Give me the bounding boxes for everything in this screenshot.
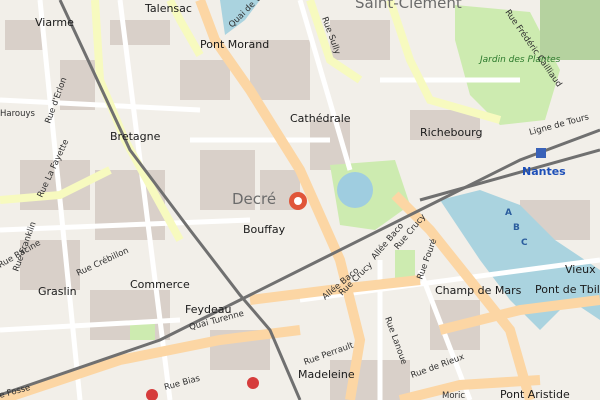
place-nantes-station: Nantes xyxy=(522,165,566,178)
location-marker[interactable] xyxy=(289,192,307,210)
street-harouys: Harouys xyxy=(0,109,36,119)
street-rue-crebillon: Rue Crébillon xyxy=(75,245,131,279)
water-letter-c: C xyxy=(521,238,528,248)
water-letter-b: B xyxy=(513,223,520,233)
map-canvas[interactable]: Saint-Clément Talensac Viarme Pont Moran… xyxy=(0,0,600,400)
station-symbol xyxy=(536,148,546,158)
railway-tours xyxy=(419,148,600,202)
place-viarme: Viarme xyxy=(35,16,74,29)
place-pont-aristide: Pont Aristide xyxy=(500,388,570,400)
hospital-icon xyxy=(146,389,158,400)
hospital-icon xyxy=(247,377,259,389)
place-vieux-m: Vieux M xyxy=(565,263,600,276)
place-commerce: Commerce xyxy=(130,278,190,291)
place-bouffay: Bouffay xyxy=(243,223,286,236)
hospital-icons xyxy=(146,377,259,400)
place-richebourg: Richebourg xyxy=(420,126,482,139)
park-cemetery xyxy=(540,0,600,60)
water-letter-a: A xyxy=(505,208,512,218)
place-cathedrale: Cathédrale xyxy=(290,112,351,125)
place-talensac: Talensac xyxy=(144,2,192,15)
street-rue-lanoue: Rue Lanoue xyxy=(382,316,408,366)
place-decre: Decré xyxy=(232,190,276,208)
place-pont-morand: Pont Morand xyxy=(200,38,269,51)
street-rue-foure: Rue Fouré xyxy=(414,237,439,281)
place-champ-de-mars: Champ de Mars xyxy=(435,284,522,297)
street-quai-moric: Moric xyxy=(442,391,465,400)
place-graslin: Graslin xyxy=(38,285,77,298)
chateau-moat xyxy=(337,172,373,208)
place-pont-de-tbilissi: Pont de Tbilissi xyxy=(535,283,600,296)
place-saint-clement: Saint-Clément xyxy=(355,0,462,12)
map-view[interactable]: Saint-Clément Talensac Viarme Pont Moran… xyxy=(0,0,600,400)
place-bretagne: Bretagne xyxy=(110,130,161,143)
place-madeleine: Madeleine xyxy=(298,368,355,381)
